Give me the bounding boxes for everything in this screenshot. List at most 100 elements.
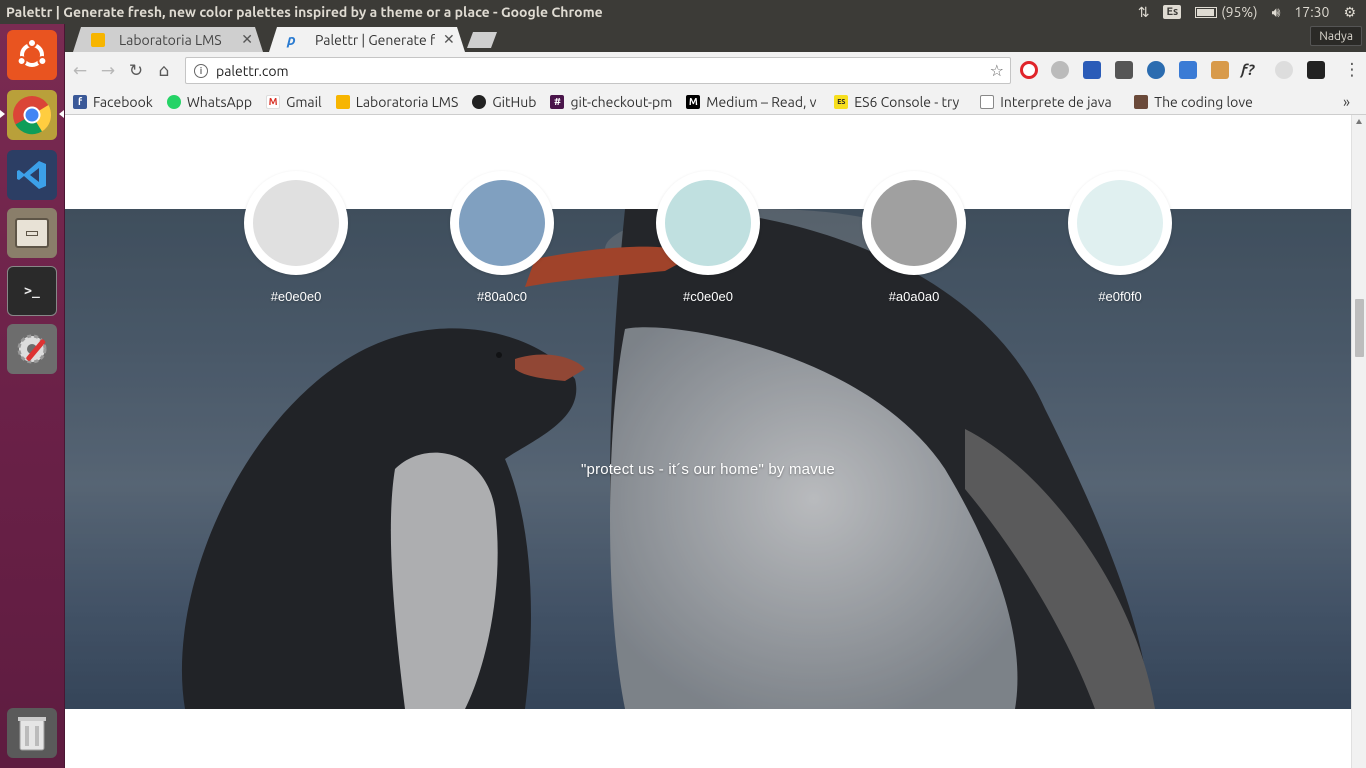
github-icon [472,94,487,109]
medium-icon: M [686,94,701,109]
swatch-ring [450,171,554,275]
clock[interactable]: 17:30 [1294,4,1329,20]
window-title: Palettr | Generate fresh, new color pale… [6,4,603,20]
bookmark-github[interactable]: GitHub [464,94,542,110]
tab-strip: Laboratoria LMS ✕ p Palettr | Generate f… [65,24,1366,52]
coding-love-icon [1134,94,1149,109]
page-viewport: #e0e0e0 #80a0c0 #c0e0e0 #a0a0a0 #e0f0f0 … [65,115,1351,768]
focused-indicator [59,110,64,118]
scrollbar-thumb[interactable] [1355,299,1364,357]
swatch-hex-label: #a0a0a0 [888,289,940,304]
browser-toolbar: ← → ↻ ⌂ i palettr.com ☆ f? ⋮ [65,52,1366,89]
trash-launcher-button[interactable] [7,708,57,758]
bookmark-git-checkout-pm[interactable]: # git-checkout-pm [542,94,678,110]
gear-wrench-icon [17,334,47,364]
back-arrow-icon[interactable]: ← [67,58,93,84]
ubuntu-logo-icon [16,38,48,67]
bookmarks-overflow-chevron-icon[interactable]: » [1343,93,1350,110]
bookmark-gmail[interactable]: M Gmail [258,94,328,110]
whatsapp-icon [166,94,181,109]
swatch-ring [862,171,966,275]
swatch-color [1077,180,1163,266]
bookmark-interprete-java[interactable]: Interprete de java [972,94,1126,110]
forward-arrow-icon[interactable]: → [95,58,121,84]
swatch-ring [656,171,760,275]
bookmark-extension-icon[interactable] [1083,61,1101,79]
swatch-ring [244,171,348,275]
system-top-panel: Palettr | Generate fresh, new color pale… [0,0,1366,24]
close-tab-icon[interactable]: ✕ [241,31,253,48]
mega-extension-icon[interactable] [1051,61,1069,79]
address-bar[interactable]: i palettr.com ☆ [185,57,1011,84]
palette-swatch[interactable]: #80a0c0 [450,171,554,304]
swatch-ring [1068,171,1172,275]
unity-launcher: >_ [0,24,65,768]
indicator-area: ⇅ Es (95%) 🔊︎ 17:30 ⚙ [1138,4,1366,21]
facebook-icon: f [73,94,87,109]
eyedropper-extension-icon[interactable] [1115,61,1133,79]
new-tab-button[interactable] [467,32,497,48]
tab-laboratoria-lms[interactable]: Laboratoria LMS ✕ [73,27,263,52]
laboratoria-favicon-icon [91,33,105,47]
keyboard-layout-indicator[interactable]: Es [1163,5,1182,19]
bookmark-facebook[interactable]: f Facebook [65,94,159,110]
vscode-icon [17,161,46,189]
grammar-extension-icon[interactable] [1275,61,1293,79]
swatch-color [459,180,545,266]
palette-swatch[interactable]: #a0a0a0 [862,171,966,304]
chrome-menu-icon[interactable]: ⋮ [1339,57,1365,83]
swatch-color [253,180,339,266]
files-launcher-button[interactable] [7,208,57,258]
laboratoria-icon [335,94,350,109]
chrome-launcher-button[interactable] [7,90,57,140]
swatch-hex-label: #e0f0f0 [1098,289,1142,304]
file-cabinet-icon [15,218,49,248]
palette-swatch[interactable]: #c0e0e0 [656,171,760,304]
tab-label: Laboratoria LMS [119,31,222,48]
save-extension-icon[interactable] [1179,61,1197,79]
bookmark-star-icon[interactable]: ☆ [990,61,1004,80]
crown-extension-icon[interactable] [1307,61,1325,79]
fonts-extension-icon[interactable]: f? [1241,61,1259,79]
home-icon[interactable]: ⌂ [151,58,177,84]
bookmark-es6-console[interactable]: ES ES6 Console - try [826,94,972,110]
swatch-color [871,180,957,266]
ubuntu-dash-button[interactable] [7,30,57,80]
url-text: palettr.com [216,62,289,79]
profile-button[interactable]: Nadya [1310,26,1362,46]
bookmark-laboratoria-lms[interactable]: Laboratoria LMS [328,94,465,110]
bookmark-medium[interactable]: M Medium – Read, v [678,94,826,110]
chrome-window: Laboratoria LMS ✕ p Palettr | Generate f… [65,24,1366,768]
swatch-hex-label: #e0e0e0 [270,289,322,304]
terminal-launcher-button[interactable]: >_ [7,266,57,316]
bookmark-coding-love[interactable]: The coding love [1126,94,1259,110]
hammer-extension-icon[interactable] [1211,61,1229,79]
document-icon [980,94,995,109]
volume-icon[interactable]: 🔊︎ [1272,4,1281,21]
system-settings-launcher-button[interactable] [7,324,57,374]
es6-console-icon: ES [834,94,849,109]
battery-percentage: (95%) [1221,4,1258,20]
opera-extension-icon[interactable] [1020,61,1038,79]
site-info-icon[interactable]: i [194,63,208,78]
bookmark-whatsapp[interactable]: WhatsApp [159,94,258,110]
battery-indicator[interactable]: (95%) [1195,4,1258,20]
settings-gear-icon[interactable]: ⚙ [1343,4,1356,21]
palette-swatch[interactable]: #e0e0e0 [244,171,348,304]
slack-hash-icon: # [550,94,565,109]
battery-icon [1195,6,1218,18]
close-tab-icon[interactable]: ✕ [443,31,455,48]
running-indicator [0,110,5,118]
react-devtools-extension-icon[interactable] [1147,61,1165,79]
swatch-color [665,180,751,266]
network-icon[interactable]: ⇅ [1138,4,1150,21]
tab-palettr[interactable]: p Palettr | Generate f ✕ [269,27,465,52]
photo-credit[interactable]: "protect us - it´s our home" by mavue [65,461,1351,478]
palette-swatch[interactable]: #e0f0f0 [1068,171,1172,304]
vscode-launcher-button[interactable] [7,150,57,200]
scroll-up-arrow-icon[interactable] [1356,119,1362,124]
page-scrollbar[interactable] [1351,115,1366,768]
palettr-favicon-icon: p [287,31,296,48]
reload-icon[interactable]: ↻ [123,58,149,84]
swatch-hex-label: #80a0c0 [477,289,527,304]
